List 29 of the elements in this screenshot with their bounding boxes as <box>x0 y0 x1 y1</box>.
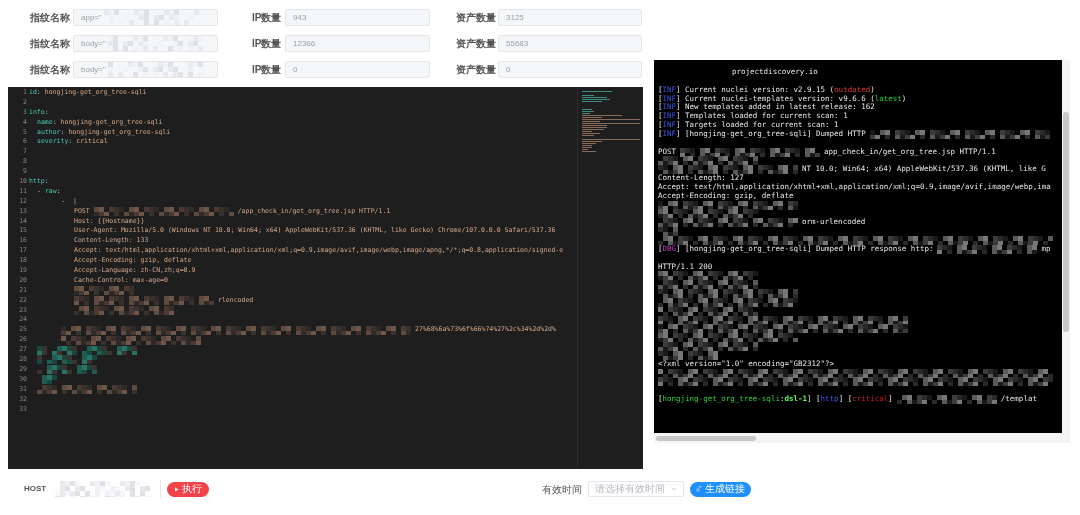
field-label: 指纹名称 <box>30 63 71 77</box>
host-label: HOST <box>24 483 48 495</box>
code-editor[interactable] <box>8 87 643 469</box>
field-label: 资产数量 <box>456 11 497 25</box>
link-icon <box>696 486 702 492</box>
input-field[interactable]: 0 <box>285 61 430 78</box>
field-label: IP数量 <box>252 11 283 25</box>
input-field[interactable]: 55683 <box>498 35 642 52</box>
field-label: 指纹名称 <box>30 11 71 25</box>
input-field[interactable]: app=" <box>73 9 218 26</box>
run-button[interactable]: 执行 <box>167 481 209 497</box>
play-icon <box>174 486 179 492</box>
field-label: 有效时间 <box>542 482 583 497</box>
horizontal-scrollbar[interactable] <box>656 435 756 441</box>
field-label: IP数量 <box>252 63 283 77</box>
field-label: IP数量 <box>252 37 283 51</box>
date-select[interactable]: 请选择有效时间 <box>588 481 684 497</box>
field-label: 资产数量 <box>456 63 497 77</box>
field-label: 资产数量 <box>456 37 497 51</box>
input-field[interactable]: 0 <box>498 61 642 78</box>
input-field[interactable]: body=" <box>73 35 218 52</box>
generate-link-button[interactable]: 生成链接 <box>690 481 751 497</box>
input-field[interactable]: 943 <box>285 9 430 26</box>
input-field[interactable]: 3125 <box>498 9 642 26</box>
vertical-scrollbar[interactable] <box>1063 112 1069 332</box>
input-field[interactable]: 12366 <box>285 35 430 52</box>
input-field[interactable]: body=" <box>73 61 218 78</box>
field-label: 指纹名称 <box>30 37 71 51</box>
chevron-down-icon <box>671 487 677 491</box>
